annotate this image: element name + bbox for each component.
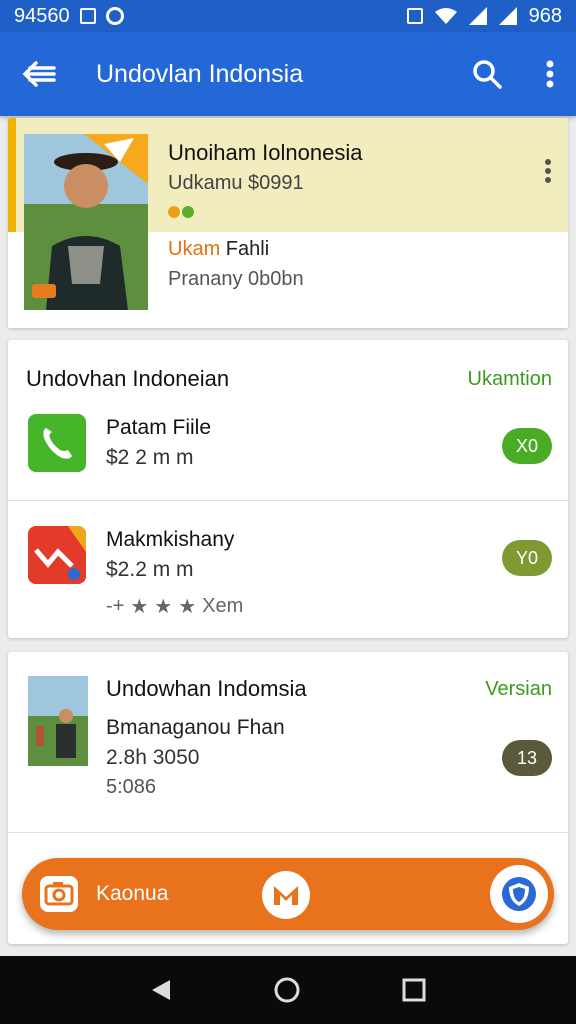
box-icon bbox=[79, 8, 96, 24]
item-detail: 2.8h 3050 bbox=[106, 746, 200, 769]
camera-icon[interactable] bbox=[40, 876, 78, 912]
phone-app-icon bbox=[28, 414, 86, 472]
item-badge[interactable]: 13 bbox=[502, 740, 552, 776]
section-title: Undovhan Indoneian bbox=[26, 366, 230, 391]
back-arrow-icon[interactable] bbox=[22, 60, 56, 88]
rating-text: Xem bbox=[202, 595, 244, 617]
fab-label[interactable]: Kaonua bbox=[96, 882, 168, 906]
item-title: Makmkishany bbox=[106, 528, 235, 551]
section-title: Undowhan Indomsia bbox=[106, 676, 307, 701]
item-price: $2.2 m m bbox=[106, 558, 194, 581]
section-link[interactable]: Versian bbox=[485, 678, 552, 701]
profile-photo[interactable] bbox=[24, 134, 148, 310]
profile-label: Ukam Fahli bbox=[168, 238, 269, 261]
sim-icon bbox=[406, 8, 423, 24]
profile-detail: Pranany 0b0bn bbox=[168, 268, 304, 290]
signal-icon bbox=[468, 7, 487, 25]
orange-dot-icon bbox=[168, 206, 180, 218]
profile-card[interactable]: Unoiham Iolnonesia Udkamu $0991 Ukam Fah… bbox=[8, 118, 568, 328]
status-right-text: 968 bbox=[528, 4, 562, 27]
item-time: 5:086 bbox=[106, 776, 157, 798]
section-thumbnail[interactable] bbox=[28, 676, 88, 766]
list-item[interactable]: Makmkishany $2.2 m m Y0 -+ ★ ★ ★ Xem bbox=[8, 500, 568, 638]
star-icon: ★ bbox=[154, 596, 173, 618]
profile-name: Unoiham Iolnonesia bbox=[168, 140, 363, 165]
divider bbox=[8, 832, 568, 833]
half-star-icon: -+ bbox=[106, 595, 125, 617]
floating-action-bar[interactable]: Kaonua bbox=[22, 858, 554, 930]
section-link[interactable]: Ukamtion bbox=[468, 368, 552, 391]
profile-label-rest: Fahli bbox=[220, 238, 270, 260]
item-title: Bmanaganou Fhan bbox=[106, 716, 285, 739]
status-time: 94560 bbox=[14, 4, 70, 27]
back-triangle-icon[interactable] bbox=[150, 978, 172, 1002]
profile-label-highlight: Ukam bbox=[168, 238, 221, 260]
star-icon: ★ bbox=[130, 596, 149, 618]
alarm-icon bbox=[105, 7, 124, 25]
profile-subtitle: Udkamu $0991 bbox=[168, 172, 304, 194]
section-card-1: Undovhan Indoneian Ukamtion Patam Fiile … bbox=[8, 340, 568, 638]
battery-icon bbox=[498, 7, 517, 25]
more-vert-icon[interactable] bbox=[546, 60, 554, 88]
status-dots bbox=[168, 206, 196, 218]
item-badge[interactable]: Y0 bbox=[502, 540, 552, 576]
search-icon[interactable] bbox=[472, 59, 502, 89]
item-badge[interactable]: X0 bbox=[502, 428, 552, 464]
star-icon: ★ bbox=[178, 596, 197, 618]
m-logo-icon[interactable] bbox=[262, 871, 310, 919]
app-title: Undovlan Indonsia bbox=[96, 59, 304, 88]
home-circle-icon[interactable] bbox=[273, 976, 301, 1004]
recents-square-icon[interactable] bbox=[402, 978, 426, 1002]
green-dot-icon bbox=[182, 206, 194, 218]
wifi-icon bbox=[434, 8, 457, 24]
system-nav-bar bbox=[0, 956, 576, 1024]
status-bar: 94560 968 bbox=[0, 0, 576, 32]
item-title: Patam Fiile bbox=[106, 416, 212, 439]
profile-accent-stripe bbox=[8, 118, 16, 232]
shield-icon[interactable] bbox=[490, 865, 548, 923]
item-price: $2 2 m m bbox=[106, 446, 194, 469]
more-vert-icon[interactable] bbox=[544, 158, 552, 184]
rating-row: -+ ★ ★ ★ Xem bbox=[106, 594, 243, 619]
list-item[interactable]: Patam Fiile $2 2 m m X0 bbox=[8, 404, 568, 500]
app-bar: Undovlan Indonsia bbox=[0, 32, 576, 116]
chart-app-icon bbox=[28, 526, 86, 584]
